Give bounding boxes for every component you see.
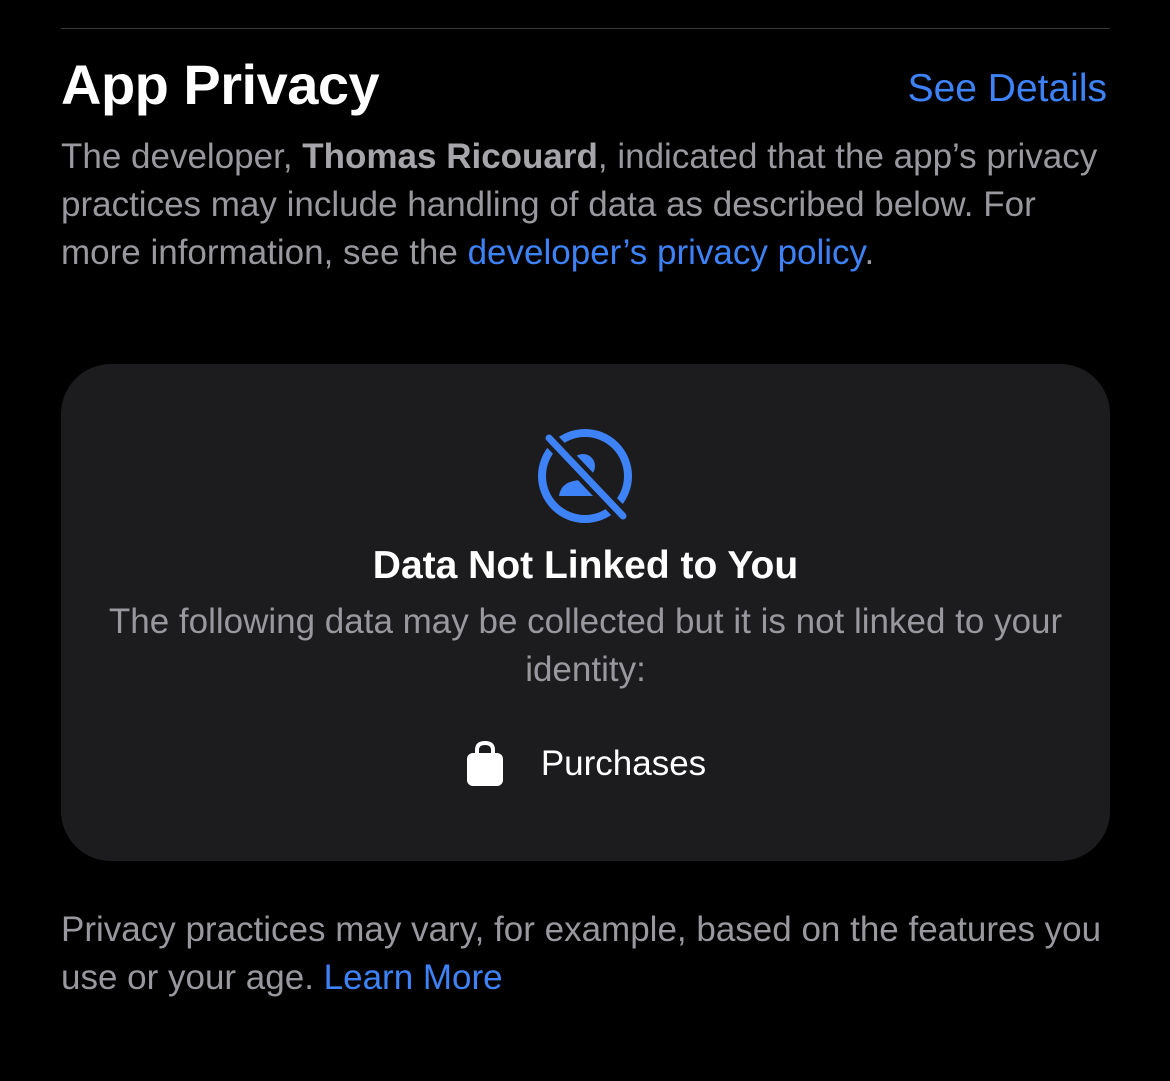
person-crossed-circle-icon <box>538 429 632 524</box>
app-privacy-header: App Privacy See Details <box>61 52 1110 122</box>
data-item-label: Purchases <box>540 744 707 783</box>
developer-name: Thomas Ricouard <box>302 137 598 176</box>
intro-prefix: The developer, <box>61 137 303 176</box>
footer-text: Privacy practices may vary, for example,… <box>61 910 1102 997</box>
card-title: Data Not Linked to You <box>372 544 799 587</box>
privacy-footer-text: Privacy practices may vary, for example,… <box>61 906 1110 1002</box>
section-divider <box>61 28 1110 29</box>
learn-more-link[interactable]: Learn More <box>324 958 503 997</box>
privacy-intro-text: The developer, Thomas Ricouard, indicate… <box>61 133 1110 277</box>
section-title: App Privacy <box>61 53 380 116</box>
shopping-bag-icon <box>466 740 503 786</box>
intro-suffix: . <box>864 233 875 272</box>
privacy-policy-link[interactable]: developer’s privacy policy <box>468 233 865 272</box>
see-details-link[interactable]: See Details <box>908 66 1107 112</box>
data-not-linked-card: Data Not Linked to You The following dat… <box>61 364 1110 861</box>
card-description: The following data may be collected but … <box>108 602 1063 689</box>
data-item-purchases: Purchases <box>61 736 1110 792</box>
